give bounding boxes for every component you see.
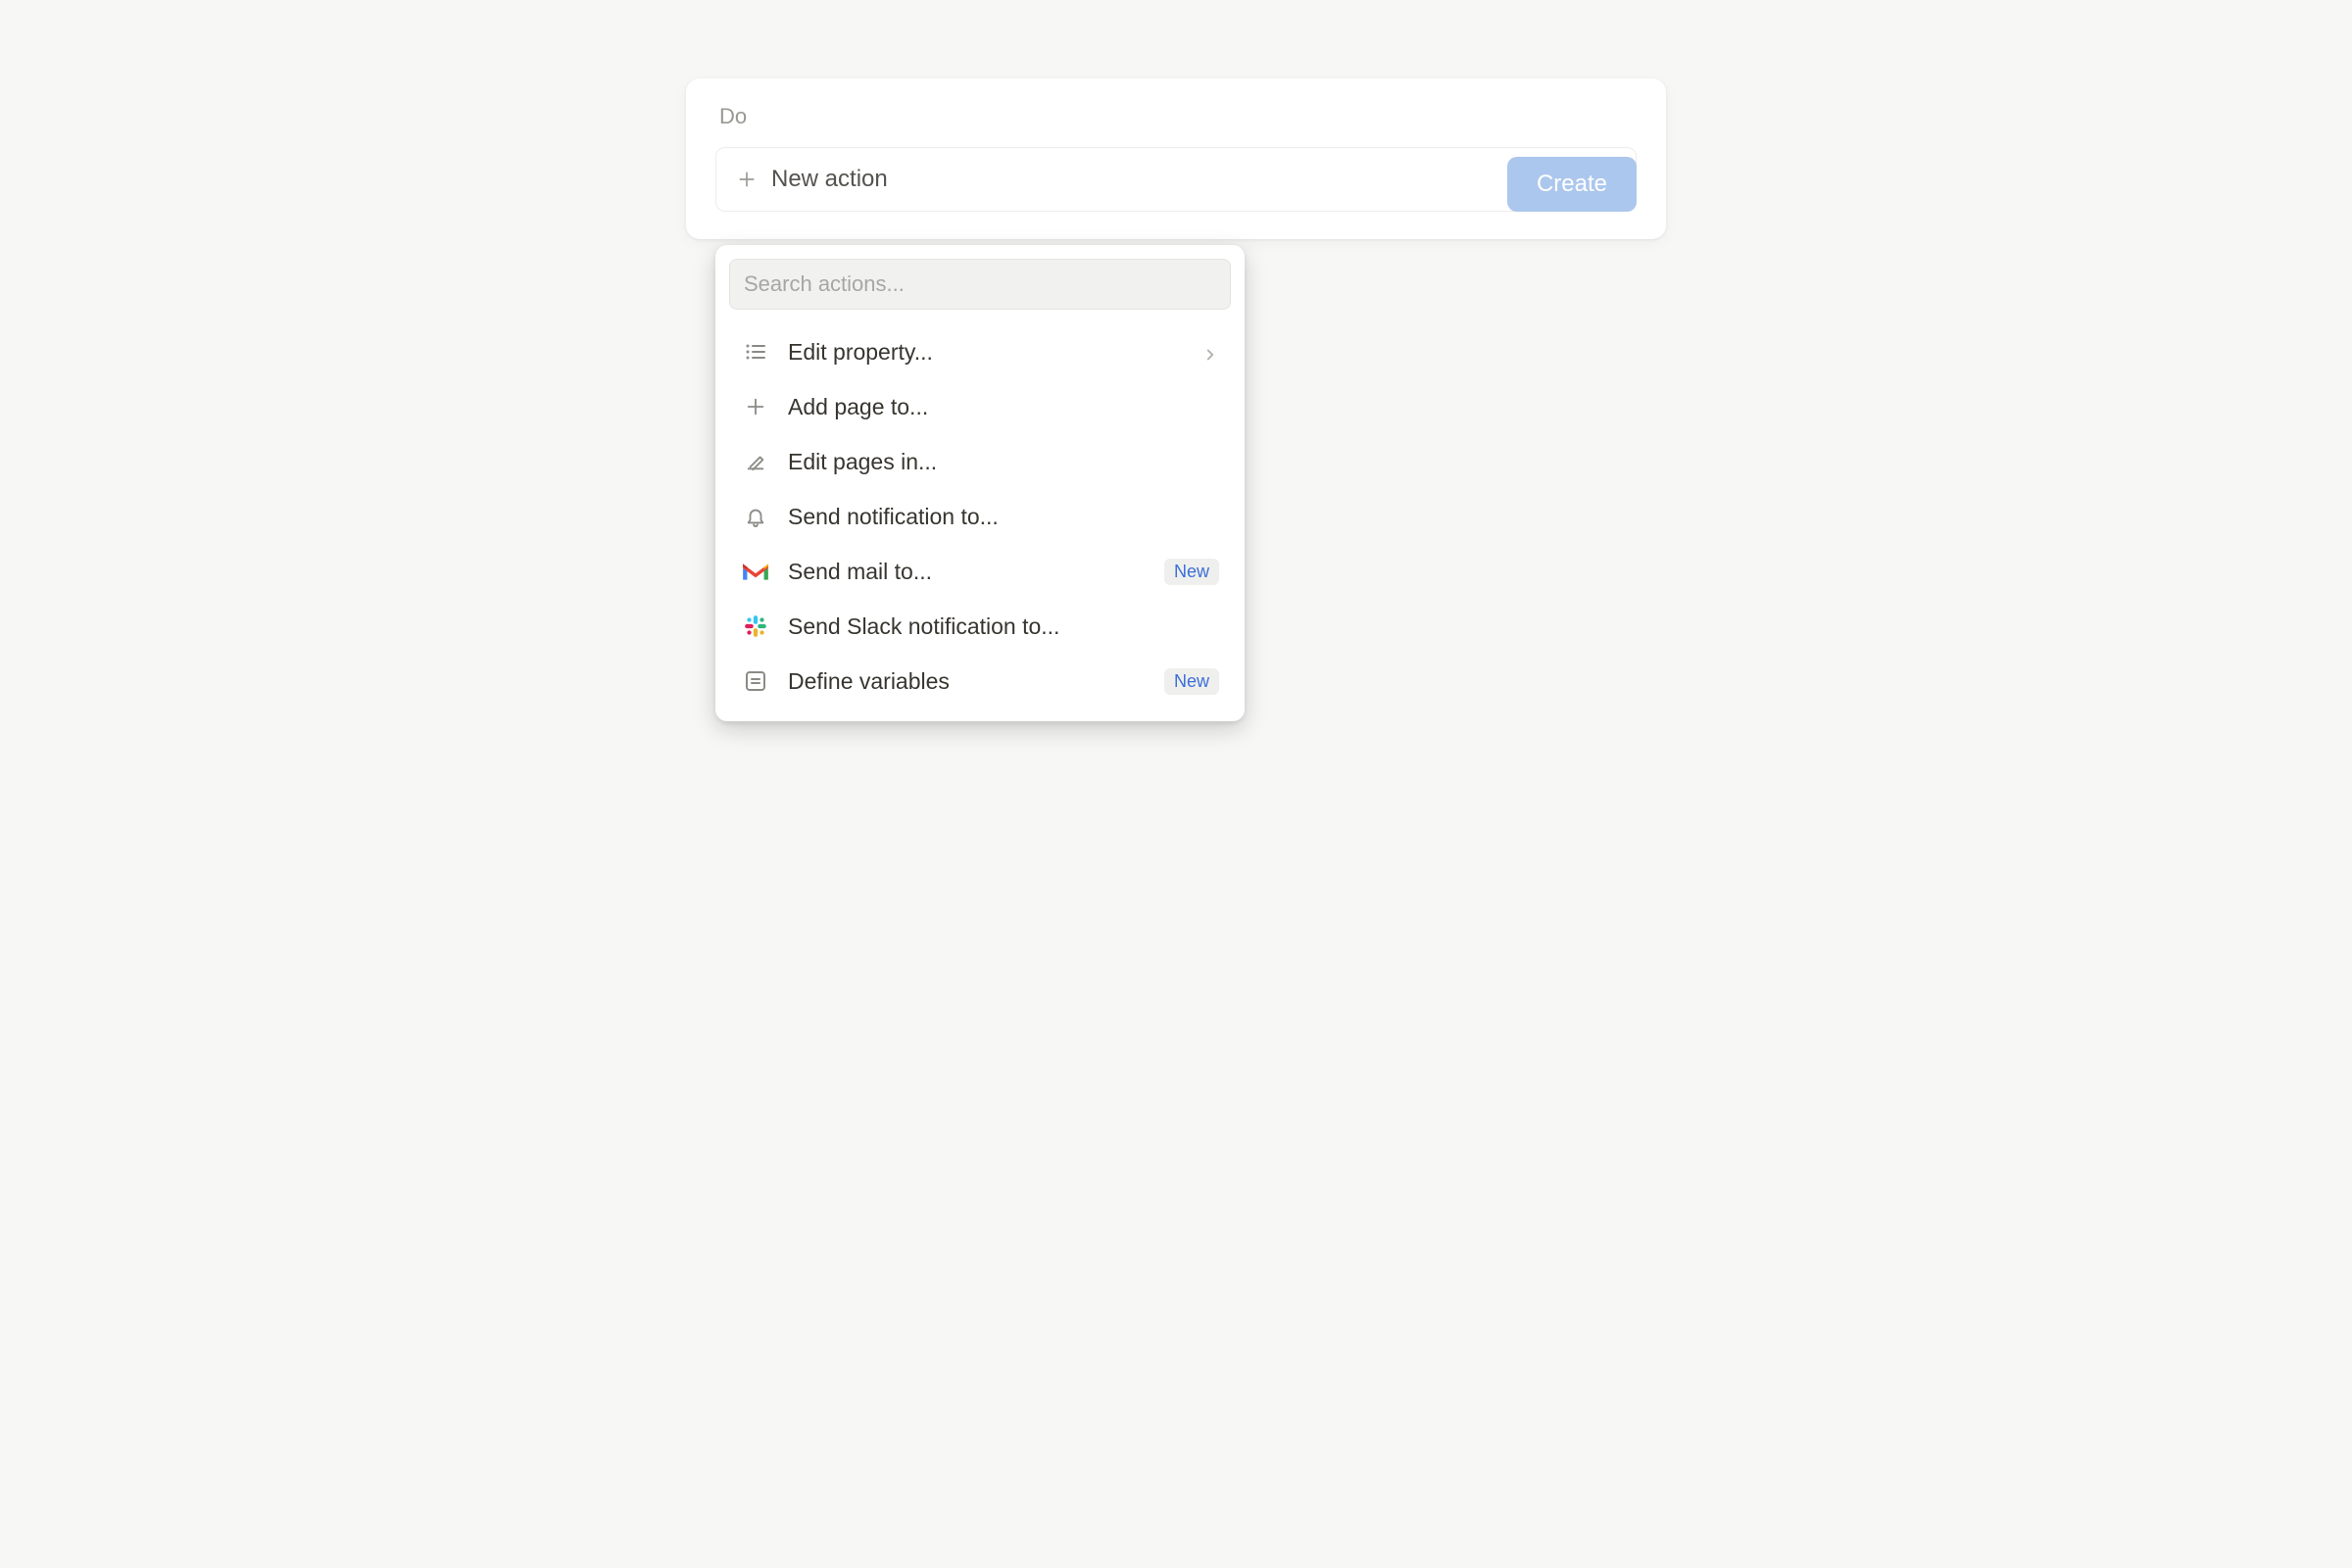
menu-item-label: Send Slack notification to... (788, 613, 1219, 640)
menu-item-define-variables[interactable]: Define variables New (733, 657, 1227, 706)
bell-icon (741, 502, 770, 531)
create-button[interactable]: Create (1507, 157, 1637, 212)
plus-icon (736, 169, 758, 190)
pencil-icon (741, 447, 770, 476)
menu-item-edit-property[interactable]: Edit property... (733, 327, 1227, 376)
section-label: Do (715, 104, 1637, 129)
do-panel: Do New action Edit property... (686, 78, 1666, 239)
actions-menu: Edit property... Add page to... (729, 327, 1231, 711)
menu-item-label: Define variables (788, 668, 1147, 695)
menu-item-label: Edit pages in... (788, 449, 1219, 475)
menu-item-send-slack[interactable]: Send Slack notification to... (733, 602, 1227, 651)
variable-icon (741, 666, 770, 696)
menu-item-add-page[interactable]: Add page to... (733, 382, 1227, 431)
list-icon (741, 337, 770, 367)
menu-item-label: Edit property... (788, 339, 1184, 366)
menu-item-label: Send mail to... (788, 559, 1147, 585)
new-badge: New (1164, 559, 1219, 585)
new-badge: New (1164, 668, 1219, 695)
new-action-label: New action (771, 166, 888, 193)
menu-item-edit-pages[interactable]: Edit pages in... (733, 437, 1227, 486)
gmail-icon (741, 557, 770, 586)
new-action-button[interactable]: New action (715, 147, 1637, 212)
slack-icon (741, 612, 770, 641)
menu-item-send-notification[interactable]: Send notification to... (733, 492, 1227, 541)
plus-icon (741, 392, 770, 421)
actions-popover: Edit property... Add page to... (715, 245, 1245, 721)
chevron-right-icon (1201, 343, 1219, 361)
search-input[interactable] (729, 259, 1231, 310)
menu-item-label: Add page to... (788, 394, 1219, 420)
menu-item-send-mail[interactable]: Send mail to... New (733, 547, 1227, 596)
menu-item-label: Send notification to... (788, 504, 1219, 530)
